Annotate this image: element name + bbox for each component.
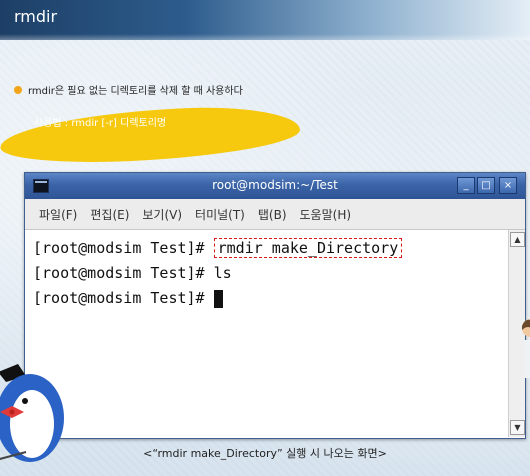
figure-caption: <“rmdir make_Directory” 실행 시 나오는 화면> — [143, 447, 387, 460]
person-figure-icon — [522, 319, 530, 378]
terminal-prompt: [root@modsim Test]# — [33, 264, 214, 282]
scroll-down-arrow-icon[interactable]: ▼ — [510, 420, 525, 435]
bullet-text: rmdir은 필요 없는 디렉토리를 삭제 할 때 사용하다 — [28, 86, 243, 97]
menu-edit[interactable]: 편집(E) — [90, 206, 129, 223]
slide-title: rmdir — [14, 7, 58, 26]
menu-terminal[interactable]: 터미널(T) — [195, 206, 245, 223]
window-title: root@modsim:~/Test — [212, 178, 338, 192]
window-titlebar[interactable]: root@modsim:~/Test _ □ × — [25, 173, 525, 199]
terminal-line: [root@modsim Test]# ls — [33, 261, 402, 286]
terminal-line: [root@modsim Test]# — [33, 286, 402, 311]
close-button[interactable]: × — [499, 177, 517, 194]
terminal-prompt: [root@modsim Test]# — [33, 289, 214, 307]
penguin-mascot-icon — [0, 364, 64, 462]
terminal-line: [root@modsim Test]# rmdir make_Directory — [33, 236, 403, 261]
menu-file[interactable]: 파일(F) — [39, 206, 77, 223]
terminal-command: ls — [213, 264, 232, 282]
usage-text: 사용법 : rmdir [-r] 디렉토리명 — [34, 118, 167, 129]
terminal-window: root@modsim:~/Test _ □ × 파일(F) 편집(E) 보기(… — [24, 172, 526, 439]
scroll-up-arrow-icon[interactable]: ▲ — [510, 232, 525, 247]
terminal-output[interactable]: [root@modsim Test]# rmdir make_Directory… — [25, 230, 525, 437]
terminal-cursor — [213, 289, 223, 308]
terminal-prompt: [root@modsim Test]# — [33, 239, 214, 257]
menu-bar: 파일(F) 편집(E) 보기(V) 터미널(T) 탭(B) 도움말(H) — [25, 199, 525, 230]
bullet-dot-icon — [14, 85, 22, 94]
menu-view[interactable]: 보기(V) — [142, 206, 182, 223]
terminal-command-highlighted: rmdir make_Directory — [213, 238, 403, 258]
slide-header: rmdir — [0, 0, 530, 40]
menu-tabs[interactable]: 탭(B) — [258, 206, 287, 223]
menu-help[interactable]: 도움말(H) — [300, 206, 352, 223]
maximize-button[interactable]: □ — [477, 177, 495, 194]
bullet-item: rmdir은 필요 없는 디렉토리를 삭제 할 때 사용하다 — [14, 82, 243, 97]
minimize-button[interactable]: _ — [457, 177, 475, 194]
